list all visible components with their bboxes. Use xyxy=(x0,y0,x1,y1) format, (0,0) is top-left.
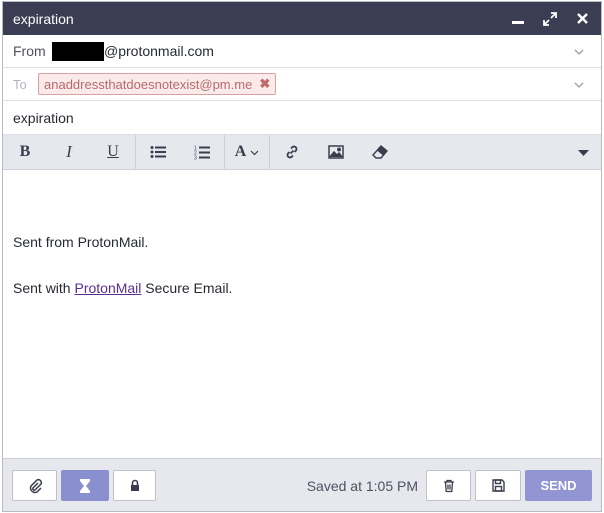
composer-titlebar: expiration xyxy=(3,2,601,35)
minimize-icon[interactable] xyxy=(510,11,526,27)
to-label: To xyxy=(13,76,27,92)
expiration-button[interactable] xyxy=(61,470,109,501)
from-row[interactable]: From @protonmail.com xyxy=(3,35,601,68)
from-label: From xyxy=(13,43,46,59)
editor-toolbar: B I U 1 2 3 A xyxy=(3,134,601,170)
close-icon[interactable] xyxy=(574,11,590,27)
encryption-button[interactable] xyxy=(113,470,156,501)
trash-icon xyxy=(443,479,454,492)
subject-input[interactable]: expiration xyxy=(3,101,601,135)
save-icon xyxy=(491,479,505,492)
composer-title: expiration xyxy=(13,10,74,27)
chevron-down-icon[interactable] xyxy=(573,45,585,57)
saved-status: Saved at 1:05 PM xyxy=(306,478,418,494)
recipient-chip[interactable]: anaddressthatdoesnotexist@pm.me ✖ xyxy=(38,73,277,95)
protonmail-link[interactable]: ProtonMail xyxy=(74,280,141,296)
redacted-username xyxy=(52,41,104,61)
bold-button[interactable]: B xyxy=(3,135,47,169)
eraser-icon[interactable] xyxy=(358,135,402,169)
to-row[interactable]: To anaddressthatdoesnotexist@pm.me ✖ xyxy=(3,68,601,101)
font-size-button[interactable]: A xyxy=(225,135,269,169)
link-icon[interactable] xyxy=(270,135,314,169)
bullet-list-icon[interactable] xyxy=(136,135,180,169)
lock-icon xyxy=(130,479,139,491)
attachment-button[interactable] xyxy=(12,470,57,501)
numbered-list-icon[interactable]: 1 2 3 xyxy=(180,135,224,169)
delete-draft-button[interactable] xyxy=(426,470,471,501)
composer-footer: Saved at 1:05 PM SEND xyxy=(3,458,601,511)
remove-recipient-icon[interactable]: ✖ xyxy=(259,76,270,92)
recipient-address: anaddressthatdoesnotexist@pm.me xyxy=(44,76,253,92)
signature-line-1: Sent from ProtonMail. xyxy=(13,234,149,250)
toolbar-more-icon[interactable] xyxy=(578,145,589,161)
from-address-suffix: @protonmail.com xyxy=(104,43,214,59)
message-body-editor[interactable]: Sent from ProtonMail. Sent with ProtonMa… xyxy=(3,170,601,460)
hourglass-icon xyxy=(80,478,90,493)
send-button[interactable]: SEND xyxy=(525,470,592,501)
composer-window: expiration From @protonmail.com To anadd… xyxy=(2,1,602,512)
save-draft-button[interactable] xyxy=(475,470,521,501)
signature-line-2: Sent with ProtonMail Secure Email. xyxy=(13,280,233,296)
svg-text:3: 3 xyxy=(194,155,197,160)
image-icon[interactable] xyxy=(314,135,358,169)
expand-icon[interactable] xyxy=(542,11,558,27)
italic-button[interactable]: I xyxy=(47,135,91,169)
chevron-down-icon[interactable] xyxy=(573,78,585,90)
underline-button[interactable]: U xyxy=(91,135,135,169)
